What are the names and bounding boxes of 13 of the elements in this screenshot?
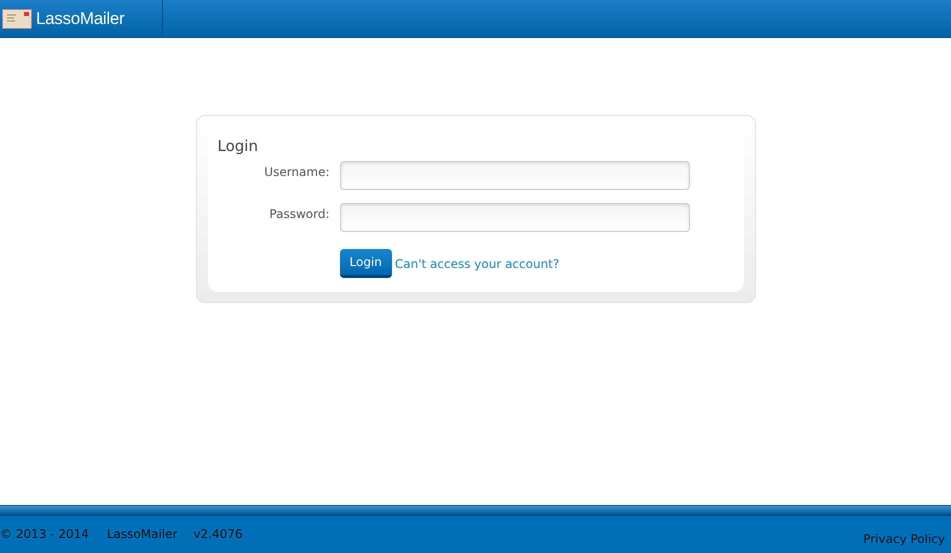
version-text: v2.4076 — [193, 527, 243, 541]
field-label: Password: — [268, 206, 330, 220]
username-field[interactable] — [340, 161, 690, 190]
app-name: LassoMailer — [36, 8, 124, 28]
password-field[interactable] — [340, 203, 690, 232]
help-link[interactable]: Can't access your account? — [394, 256, 560, 270]
login-title: Login — [218, 137, 258, 155]
product-name: LassoMailer — [106, 527, 178, 541]
envelope-icon — [2, 8, 32, 28]
privacy-link[interactable]: Privacy Policy — [863, 532, 945, 546]
field-label: Username: — [263, 164, 330, 178]
copyright-text: © 2013 - 2014 — [0, 527, 89, 541]
login-button[interactable]: Login — [340, 249, 392, 278]
